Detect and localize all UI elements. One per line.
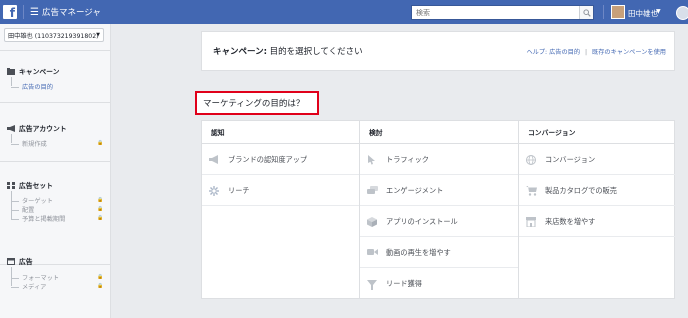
sidebar-item-target[interactable]: ターゲット bbox=[11, 196, 53, 205]
facebook-logo[interactable]: f bbox=[3, 5, 17, 19]
objective-traffic[interactable]: トラフィック bbox=[360, 145, 518, 175]
sidebar-item-placement[interactable]: 配置 bbox=[11, 205, 34, 214]
user-name[interactable]: 田中雄也 bbox=[628, 8, 658, 19]
ad-square-icon bbox=[7, 258, 15, 265]
account-name: 田中雄也 (110373219391802) bbox=[8, 32, 99, 40]
objective-app-install[interactable]: アプリのインストール bbox=[360, 207, 518, 237]
sidebar-item-format[interactable]: フォーマット bbox=[11, 273, 59, 282]
link-separator: | bbox=[584, 49, 588, 56]
sidebar-item-objective[interactable]: 広告の目的 bbox=[11, 82, 53, 91]
cursor-icon bbox=[367, 155, 377, 165]
globe-icon bbox=[526, 155, 536, 165]
objective-label: 来店数を増やす bbox=[545, 216, 596, 226]
sidebar-item-new[interactable]: 新規作成 bbox=[11, 139, 47, 148]
objective-label: トラフィック bbox=[386, 154, 429, 164]
divider bbox=[0, 102, 111, 103]
objective-label: 製品カタログでの販売 bbox=[545, 185, 617, 195]
cube-icon bbox=[367, 217, 377, 227]
video-camera-icon bbox=[367, 248, 378, 257]
avatar[interactable] bbox=[611, 5, 625, 19]
page-title-rest: 目的を選択してください bbox=[266, 47, 363, 57]
lock-icon: 🔒 bbox=[97, 215, 104, 221]
sidebar: 田中雄也 (110373219391802) ▼ キャンペーン 広告の目的 広告… bbox=[0, 24, 111, 318]
sidebar-section-ad[interactable]: 広告 bbox=[7, 256, 33, 266]
lock-icon: 🔒 bbox=[97, 283, 104, 289]
lock-icon: 🔒 bbox=[97, 140, 104, 146]
lock-icon: 🔒 bbox=[97, 274, 104, 280]
objective-brand-awareness[interactable]: ブランドの認知度アップ bbox=[202, 145, 359, 175]
divider bbox=[603, 5, 604, 19]
chevron-down-icon: ▼ bbox=[96, 32, 100, 38]
hamburger-icon[interactable]: ☰ bbox=[30, 7, 39, 18]
objective-conversions[interactable]: コンバージョン bbox=[519, 145, 675, 175]
header-links: ヘルプ: 広告の目的 | 既存のキャンペーンを使用 bbox=[523, 47, 666, 56]
funnel-icon bbox=[367, 279, 377, 290]
lock-icon: 🔒 bbox=[97, 206, 104, 212]
help-objective-link[interactable]: ヘルプ: 広告の目的 bbox=[526, 49, 580, 56]
search-button[interactable] bbox=[579, 6, 593, 19]
column-header-consideration: 検討 bbox=[360, 121, 518, 144]
objective-label: コンバージョン bbox=[545, 154, 596, 164]
objective-grid: 認知 検討 コンバージョン ブランドの認知度アップ リーチ トラフィック エンゲ… bbox=[201, 120, 675, 299]
cart-icon bbox=[526, 186, 537, 196]
objective-engagement[interactable]: エンゲージメント bbox=[360, 176, 518, 206]
megaphone-icon bbox=[209, 155, 219, 164]
objective-label: ブランドの認知度アップ bbox=[228, 154, 308, 164]
sidebar-section-label: キャンペーン bbox=[19, 68, 60, 76]
campaign-header-card: キャンペーン: 目的を選択してください ヘルプ: 広告の目的 | 既存のキャンペ… bbox=[201, 31, 675, 71]
objective-lead-generation[interactable]: リード獲得 bbox=[360, 269, 518, 299]
search-icon bbox=[582, 8, 591, 17]
search-input[interactable] bbox=[412, 6, 579, 19]
chat-bubbles-icon bbox=[367, 186, 378, 195]
store-icon bbox=[526, 217, 536, 228]
objective-video-views[interactable]: 動画の再生を増やす bbox=[360, 238, 518, 268]
sidebar-item-media[interactable]: メディア bbox=[11, 282, 46, 291]
sidebar-section-label: 広告セット bbox=[19, 182, 53, 190]
lock-icon: 🔒 bbox=[97, 197, 104, 203]
adset-grid-icon bbox=[7, 182, 15, 189]
divider bbox=[23, 5, 24, 19]
objective-catalog-sales[interactable]: 製品カタログでの販売 bbox=[519, 176, 675, 206]
notifications-globe-icon[interactable] bbox=[676, 6, 688, 20]
account-selector[interactable]: 田中雄也 (110373219391802) ▼ bbox=[4, 28, 104, 42]
objective-label: エンゲージメント bbox=[386, 185, 444, 195]
divider bbox=[0, 50, 111, 51]
sidebar-item-budget[interactable]: 予算と掲載期間 bbox=[11, 214, 65, 223]
sidebar-section-label: 広告 bbox=[19, 258, 33, 266]
sidebar-section-campaign[interactable]: キャンペーン bbox=[7, 66, 59, 76]
objective-label: 動画の再生を増やす bbox=[386, 247, 451, 257]
sidebar-section-ad-account[interactable]: 広告アカウント bbox=[7, 123, 67, 133]
column-header-conversion: コンバージョン bbox=[519, 121, 675, 144]
megaphone-icon bbox=[7, 125, 15, 132]
objective-store-visits[interactable]: 来店数を増やす bbox=[519, 207, 675, 237]
objective-label: アプリのインストール bbox=[386, 216, 458, 226]
reach-burst-icon bbox=[209, 186, 219, 196]
page-title: キャンペーン: 目的を選択してください bbox=[213, 45, 363, 57]
search-box bbox=[411, 5, 594, 20]
app-title[interactable]: 広告マネージャ bbox=[42, 6, 101, 18]
objective-reach[interactable]: リーチ bbox=[202, 176, 359, 206]
sidebar-section-label: 広告アカウント bbox=[19, 125, 67, 133]
chevron-down-icon[interactable]: ▼ bbox=[656, 8, 661, 15]
page-title-bold: キャンペーン: bbox=[213, 47, 267, 57]
divider bbox=[0, 161, 111, 162]
objective-label: リード獲得 bbox=[386, 279, 422, 288]
objective-label: リーチ bbox=[228, 185, 250, 195]
column-header-awareness: 認知 bbox=[202, 121, 359, 144]
campaign-icon bbox=[7, 68, 15, 75]
sidebar-section-adset[interactable]: 広告セット bbox=[7, 180, 53, 190]
objective-question-heading: マーケティングの目的は？ bbox=[195, 91, 319, 115]
use-existing-campaign-link[interactable]: 既存のキャンペーンを使用 bbox=[592, 49, 666, 56]
